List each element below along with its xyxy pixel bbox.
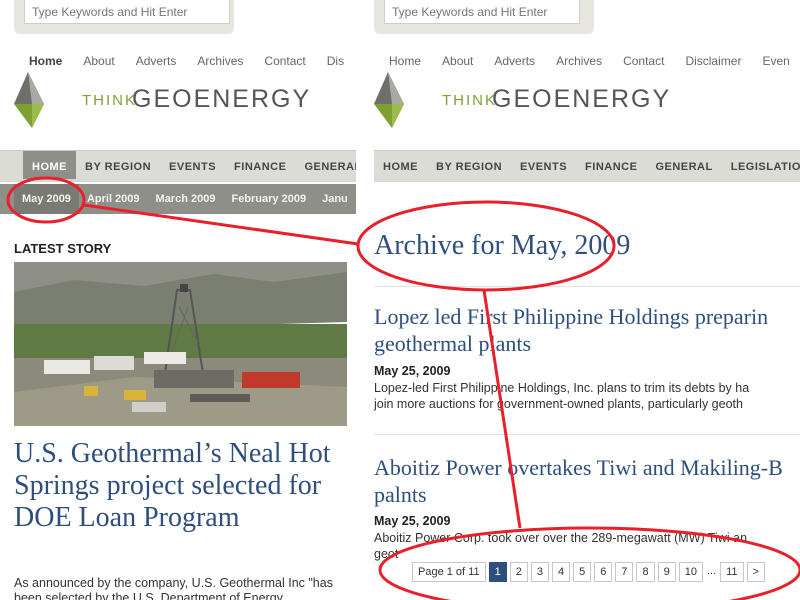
main-nav-events-right[interactable]: EVENTS	[511, 151, 576, 179]
archive-month-january[interactable]: Janu	[314, 184, 356, 214]
pagination-page-10[interactable]: 10	[678, 562, 703, 582]
logo-mark-icon	[14, 72, 44, 128]
main-nav-home[interactable]: HOME	[23, 151, 76, 179]
post-title-line: Aboitiz Power overtakes Tiwi and Makilin…	[374, 455, 783, 480]
pagination-page-2[interactable]: 2	[509, 562, 528, 582]
post-excerpt-line: Lopez-led First Philippine Holdings, Inc…	[374, 381, 750, 395]
top-nav-adverts-right[interactable]: Adverts	[494, 54, 535, 68]
left-screenshot-panel: Home About Adverts Archives Contact Dis THINK…	[0, 0, 356, 600]
divider-line	[374, 434, 800, 435]
main-nav-general-right[interactable]: GENERAL	[646, 151, 721, 179]
post-title-link[interactable]: Aboitiz Power overtakes Tiwi and Makilin…	[374, 454, 800, 508]
main-nav-legislation-right[interactable]: LEGISLATION	[722, 151, 800, 179]
archive-month-may-2009[interactable]: May 2009	[14, 184, 79, 214]
top-nav-archives-right[interactable]: Archives	[556, 54, 602, 68]
post-title-line: palnts	[374, 482, 427, 507]
top-nav-home[interactable]: Home	[29, 54, 62, 68]
site-logo[interactable]: THINK GEOENERGY	[14, 70, 314, 130]
top-nav: Home About Adverts Archives Contact Dis	[29, 54, 356, 70]
top-nav-contact-right[interactable]: Contact	[623, 54, 664, 68]
main-nav-finance-right[interactable]: FINANCE	[576, 151, 646, 179]
post-title-line: Lopez led First Philippine Holdings prep…	[374, 304, 769, 329]
logo-think-text: THINK	[82, 92, 137, 109]
top-nav-right: Home About Adverts Archives Contact Disclaime…	[389, 54, 800, 70]
pagination-page-3[interactable]: 3	[530, 562, 549, 582]
pagination-ellipsis: ...	[705, 562, 718, 582]
main-nav: HOME BY REGION EVENTS FINANCE GENERAL	[0, 150, 356, 182]
main-nav-by-region[interactable]: BY REGION	[76, 151, 160, 179]
pagination-page-5[interactable]: 5	[573, 562, 592, 582]
logo-geoenergy-text: GEOENERGY	[132, 85, 312, 113]
archive-month-february-2009[interactable]: February 2009	[223, 184, 314, 214]
top-nav-disclaimer-right[interactable]: Disclaimer	[685, 54, 741, 68]
post-date: May 25, 2009	[374, 364, 451, 378]
top-nav-contact[interactable]: Contact	[264, 54, 305, 68]
top-nav-disclaimer[interactable]: Dis	[327, 54, 344, 68]
search-box-container-right	[374, 0, 594, 34]
logo-geoenergy-text-right: GEOENERGY	[492, 85, 672, 113]
main-nav-events[interactable]: EVENTS	[160, 151, 225, 179]
divider-line	[374, 286, 800, 287]
post-excerpt-line: join more auctions for government-owned …	[374, 397, 743, 411]
pagination-page-9[interactable]: 9	[657, 562, 676, 582]
main-nav-right: HOME BY REGION EVENTS FINANCE GENERAL LEGISLA…	[374, 150, 800, 182]
top-nav-archives[interactable]: Archives	[197, 54, 243, 68]
post-excerpt: Aboitiz Power Corp. took over over the 2…	[374, 530, 800, 562]
pagination: Page 1 of 11 1 2 3 4 5 6 7 8 9 10... 11 >	[412, 562, 768, 582]
pagination-page-1[interactable]: 1	[488, 562, 507, 582]
top-nav-about[interactable]: About	[83, 54, 114, 68]
site-logo-right[interactable]: THINK GEOENERGY	[374, 70, 674, 130]
latest-story-excerpt: As announced by the company, U.S. Geothe…	[14, 576, 333, 600]
latest-story-title-link[interactable]: U.S. Geothermal’s Neal Hot Springs proje…	[14, 438, 334, 534]
logo-mark-icon-right	[374, 72, 404, 128]
pagination-next-button[interactable]: >	[746, 562, 765, 582]
main-nav-finance[interactable]: FINANCE	[225, 151, 295, 179]
archive-month-april-2009[interactable]: April 2009	[79, 184, 148, 214]
pagination-page-7[interactable]: 7	[615, 562, 634, 582]
post-date: May 25, 2009	[374, 514, 451, 528]
post-title-line: geothermal plants	[374, 331, 532, 356]
main-nav-by-region-right[interactable]: BY REGION	[427, 151, 511, 179]
pagination-page-11[interactable]: 11	[720, 562, 744, 582]
search-input-right[interactable]	[384, 0, 580, 24]
pagination-page-4[interactable]: 4	[551, 562, 571, 582]
pagination-page-info: Page 1 of 11	[412, 562, 486, 582]
pagination-page-6[interactable]: 6	[594, 562, 613, 582]
search-input[interactable]	[24, 0, 230, 24]
post-title-link[interactable]: Lopez led First Philippine Holdings prep…	[374, 303, 800, 357]
search-box-container	[14, 0, 234, 34]
pagination-page-8[interactable]: 8	[636, 562, 655, 582]
post-excerpt: Lopez-led First Philippine Holdings, Inc…	[374, 380, 800, 412]
drilling-rig-photo[interactable]	[14, 262, 347, 426]
logo-think-text-right: THINK	[442, 92, 497, 109]
post-excerpt-line: Aboitiz Power Corp. took over over the 2…	[374, 531, 748, 545]
top-nav-home-right[interactable]: Home	[389, 54, 421, 68]
latest-story-label: LATEST STORY	[14, 241, 112, 256]
post-excerpt-line: geot	[374, 547, 399, 561]
archive-page-title: Archive for May, 2009	[374, 230, 631, 261]
archive-month-march-2009[interactable]: March 2009	[148, 184, 224, 214]
top-nav-adverts[interactable]: Adverts	[136, 54, 177, 68]
right-screenshot-panel: Home About Adverts Archives Contact Disclaime…	[374, 0, 800, 600]
top-nav-events-right[interactable]: Even	[762, 54, 789, 68]
top-nav-about-right[interactable]: About	[442, 54, 473, 68]
main-nav-general[interactable]: GENERAL	[295, 151, 356, 179]
panel-divider	[356, 0, 374, 600]
archive-months-nav: May 2009 April 2009 March 2009 February 200…	[0, 184, 356, 214]
main-nav-home-right[interactable]: HOME	[374, 151, 427, 179]
